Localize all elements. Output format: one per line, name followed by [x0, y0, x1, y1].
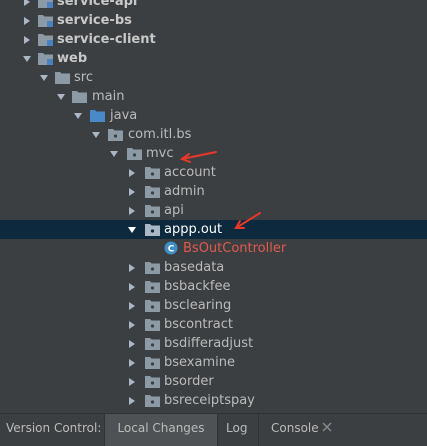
tree-item-label: bsbackfee — [164, 279, 231, 294]
divider — [217, 414, 218, 446]
expand-arrow-icon[interactable] — [126, 201, 138, 220]
tree-item-label: java — [110, 108, 138, 123]
tree-item-label: bsorder — [164, 374, 214, 389]
tree-item-bsorder[interactable]: bsorder — [0, 372, 427, 391]
tree-item-com-itl-bs[interactable]: com.itl.bs — [0, 125, 427, 144]
expand-arrow-icon[interactable] — [126, 296, 138, 315]
project-tree[interactable]: service-api service-bs service-client we… — [0, 0, 427, 413]
package-icon — [145, 281, 160, 293]
expand-arrow-icon[interactable] — [126, 163, 138, 182]
expand-arrow-icon[interactable] — [126, 391, 138, 410]
expand-arrow-icon[interactable] — [21, 30, 33, 49]
package-icon — [145, 300, 160, 312]
tree-item-label: bsreceiptspay — [164, 393, 255, 408]
package-icon — [145, 186, 160, 198]
tree-item-src[interactable]: src — [0, 68, 427, 87]
tree-item-api[interactable]: api — [0, 201, 427, 220]
module-folder-icon — [38, 15, 53, 27]
tree-item-label: bsexamine — [164, 355, 235, 370]
expand-arrow-icon[interactable] — [126, 372, 138, 391]
tree-item-label: service-client — [57, 32, 156, 47]
folder-icon — [72, 91, 87, 103]
version-control-toolbar: Version Control: Local Changes Log Conso… — [0, 413, 427, 446]
tree-item-label: appp.out — [164, 222, 223, 237]
tree-item-bsbackfee[interactable]: bsbackfee — [0, 277, 427, 296]
tree-item-account[interactable]: account — [0, 163, 427, 182]
package-icon — [145, 205, 160, 217]
module-folder-icon — [38, 0, 53, 8]
package-icon — [145, 395, 160, 407]
package-icon — [145, 167, 160, 179]
tree-item-bscontract[interactable]: bscontract — [0, 315, 427, 334]
collapse-arrow-icon[interactable] — [38, 68, 50, 87]
tree-item-label: bscontract — [164, 317, 234, 332]
close-icon[interactable] — [322, 422, 332, 432]
tree-item-label: service-api — [57, 0, 138, 9]
collapse-arrow-icon[interactable] — [21, 49, 33, 68]
tree-item-label: bsdifferadjust — [164, 336, 254, 351]
package-icon — [145, 224, 160, 236]
tree-item-label: api — [164, 203, 184, 218]
tree-item-basedata[interactable]: basedata — [0, 258, 427, 277]
tree-item-service-api[interactable]: service-api — [0, 0, 427, 11]
module-folder-icon — [38, 34, 53, 46]
package-icon — [145, 376, 160, 388]
package-icon — [108, 129, 123, 141]
tree-item-bsreceiptspay[interactable]: bsreceiptspay — [0, 391, 427, 410]
expand-arrow-icon[interactable] — [126, 182, 138, 201]
tree-item-mvc[interactable]: mvc — [0, 144, 427, 163]
tab-log[interactable]: Log — [226, 414, 247, 446]
tab-local-changes[interactable]: Local Changes — [105, 414, 217, 446]
tree-item-label: basedata — [164, 260, 225, 275]
folder-icon — [55, 72, 70, 84]
tree-item-label: web — [57, 51, 88, 66]
expand-arrow-icon[interactable] — [126, 353, 138, 372]
collapse-arrow-icon[interactable] — [72, 106, 84, 125]
collapse-arrow-icon[interactable] — [126, 220, 138, 239]
tree-item-label: main — [92, 89, 125, 104]
tree-item-main[interactable]: main — [0, 87, 427, 106]
tab-console[interactable]: Console — [271, 414, 319, 446]
tree-item-appp-out[interactable]: appp.out — [0, 220, 427, 239]
svg-text:C: C — [168, 245, 175, 255]
tree-item-java[interactable]: java — [0, 106, 427, 125]
package-icon — [145, 357, 160, 369]
collapse-arrow-icon[interactable] — [108, 144, 120, 163]
collapse-arrow-icon[interactable] — [55, 87, 67, 106]
expand-arrow-icon[interactable] — [126, 334, 138, 353]
expand-arrow-icon[interactable] — [126, 277, 138, 296]
package-icon — [145, 262, 160, 274]
tree-item-label: BsOutController — [183, 241, 287, 256]
tree-item-bsclearing[interactable]: bsclearing — [0, 296, 427, 315]
tree-item-web[interactable]: web — [0, 49, 427, 68]
tree-item-label: service-bs — [57, 13, 132, 28]
expand-arrow-icon[interactable] — [126, 258, 138, 277]
expand-arrow-icon[interactable] — [21, 11, 33, 30]
tree-item-label: bsclearing — [164, 298, 232, 313]
tree-item-service-bs[interactable]: service-bs — [0, 11, 427, 30]
tree-item-label: src — [74, 70, 93, 85]
expand-arrow-icon[interactable] — [21, 0, 33, 11]
version-control-label: Version Control: — [6, 421, 102, 435]
tree-item-bsoutcontroller[interactable]: C BsOutController — [0, 239, 427, 258]
collapse-arrow-icon[interactable] — [90, 125, 102, 144]
tree-item-bsdifferadjust[interactable]: bsdifferadjust — [0, 334, 427, 353]
source-folder-icon — [90, 110, 105, 122]
package-icon — [127, 148, 142, 160]
module-folder-icon — [38, 53, 53, 65]
tree-item-label: mvc — [146, 146, 174, 161]
expand-arrow-icon[interactable] — [126, 315, 138, 334]
divider — [258, 414, 259, 446]
tree-item-admin[interactable]: admin — [0, 182, 427, 201]
package-icon — [145, 319, 160, 331]
package-icon — [145, 338, 160, 350]
tree-item-label: account — [164, 165, 216, 180]
java-class-icon: C — [164, 241, 178, 255]
tree-item-label: com.itl.bs — [128, 127, 192, 142]
tree-item-bsexamine[interactable]: bsexamine — [0, 353, 427, 372]
tree-item-label: admin — [164, 184, 205, 199]
tree-item-service-client[interactable]: service-client — [0, 30, 427, 49]
